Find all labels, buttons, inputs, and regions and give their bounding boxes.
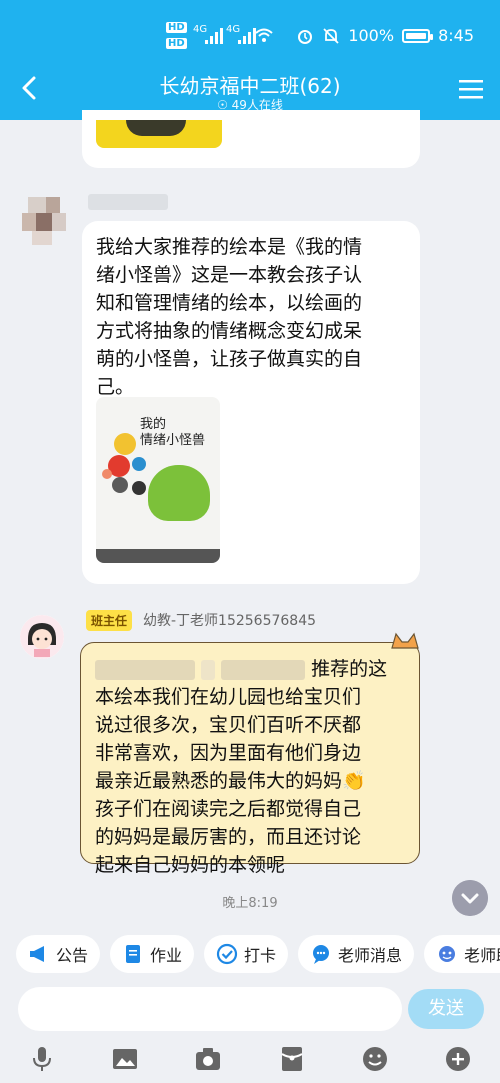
image-icon[interactable]: [110, 1044, 140, 1074]
homework-label: 作业: [150, 946, 183, 965]
teacher-avatar[interactable]: [20, 615, 64, 659]
book-cover-image[interactable]: 我的 情绪小怪兽: [96, 397, 220, 563]
quick-actions-bar: 公告 作业 打卡 老师消息 老师助: [16, 935, 500, 973]
redacted-name: [95, 659, 195, 680]
battery-icon: [402, 28, 434, 43]
redacted-name: [221, 659, 306, 680]
voice-icon[interactable]: [27, 1044, 57, 1074]
teacher-assistant-label: 老师助: [464, 946, 500, 965]
checkin-label: 打卡: [244, 946, 277, 965]
class-teacher-badge: 班主任: [86, 610, 133, 631]
redacted-name: [201, 659, 216, 680]
battery-percent: 100%: [348, 26, 395, 45]
message-line: 萌的小怪兽，让孩子做真实的自: [96, 348, 363, 370]
teacher-name[interactable]: 幼教-丁老师15256576845: [143, 610, 316, 630]
previous-book-image[interactable]: [96, 120, 222, 148]
cat-ears-icon: [391, 632, 419, 649]
chat-title[interactable]: 长幼京福中二班(62): [0, 70, 500, 99]
announcement-label: 公告: [56, 946, 89, 965]
wifi-icon: [255, 28, 273, 42]
monster-illustration: [148, 465, 210, 521]
hd-indicator: HD: [166, 22, 187, 33]
red-packet-icon[interactable]: [277, 1044, 307, 1074]
message-input[interactable]: [18, 987, 402, 1031]
message-line: 绪小怪兽》这是一本教会孩子认: [96, 264, 363, 286]
header: HD HD 4G 4G 100% 8:45 长幼京福中二班(62) ☉ 49人在…: [0, 0, 500, 120]
megaphone-icon: [30, 946, 44, 962]
cover-dot: [132, 481, 146, 495]
mute-icon: [323, 27, 339, 44]
send-button[interactable]: 发送: [408, 989, 484, 1029]
cover-dot: [102, 469, 112, 479]
teacher-messages-label: 老师消息: [338, 946, 403, 965]
teacher-message-bubble[interactable]: 推荐的这 本绘本我们在幼儿园也给宝贝们 说过很多次，宝贝们百听不厌都 非常喜欢，…: [80, 642, 420, 876]
message-line: 孩子们在阅读完之后都觉得自己: [95, 798, 362, 820]
message-line: 非常喜欢，因为里面有他们身边: [95, 742, 362, 764]
scroll-down-icon[interactable]: [452, 880, 488, 916]
teacher-assistant-button[interactable]: 老师助: [424, 935, 500, 973]
message-line: 说过很多次，宝贝们百听不厌都: [95, 714, 362, 736]
status-bar: HD HD 4G 4G 100% 8:45: [0, 0, 500, 60]
checkin-button[interactable]: 打卡: [204, 935, 289, 973]
cover-dot: [114, 433, 136, 455]
message-line: 起来自己妈妈的本领呢: [95, 854, 286, 876]
message-line: 最亲近最熟悉的最伟大的妈妈👏: [95, 770, 366, 792]
message-line: 知和管理情绪的绘本，以绘画的: [96, 292, 363, 314]
teacher-messages-button[interactable]: 老师消息: [298, 935, 415, 973]
message-line: 我给大家推荐的绘本是《我的情: [96, 236, 363, 258]
book-cover-title: 我的 情绪小怪兽: [140, 417, 205, 449]
sender-name-redacted: [88, 194, 168, 210]
cover-dot: [132, 457, 146, 471]
hd-indicator-2: HD: [166, 38, 187, 49]
document-icon: [126, 945, 141, 963]
book-title-line: 情绪小怪兽: [140, 433, 206, 448]
alarm-icon: [298, 29, 313, 44]
menu-icon[interactable]: [456, 74, 486, 104]
input-row: 发送: [0, 985, 500, 1035]
teacher-message-text: 推荐的这 本绘本我们在幼儿园也给宝贝们 说过很多次，宝贝们百听不厌都 非常喜欢，…: [95, 655, 405, 879]
message-line: 方式将抽象的情绪概念变幻成呆: [96, 320, 363, 342]
message-line: 的妈妈是最厉害的，而且还讨论: [95, 826, 362, 848]
book-title-line: 我的: [140, 417, 167, 432]
message-text: 我给大家推荐的绘本是《我的情 绪小怪兽》这是一本教会孩子认 知和管理情绪的绘本，…: [96, 233, 412, 401]
emoji-icon[interactable]: [360, 1044, 390, 1074]
message-timestamp: 晚上8:19: [222, 896, 278, 911]
cover-bottom-edge: [96, 549, 220, 563]
status-right: 100% 8:45: [296, 26, 474, 45]
camera-icon[interactable]: [193, 1044, 223, 1074]
sender-avatar[interactable]: [16, 193, 72, 249]
plus-icon[interactable]: [443, 1044, 473, 1074]
signal-icon: [205, 28, 223, 44]
message-line-suffix: 推荐的这: [311, 658, 388, 680]
chat-icon: [313, 945, 330, 964]
message-line: 推荐的这: [95, 655, 405, 683]
bottom-toolbar: [0, 1040, 500, 1083]
clock: 8:45: [438, 26, 474, 45]
message-line: 本绘本我们在幼儿园也给宝贝们: [95, 686, 362, 708]
homework-button[interactable]: 作业: [110, 935, 195, 973]
announcement-button[interactable]: 公告: [16, 935, 101, 973]
teacher-icon: [439, 946, 456, 962]
checkin-icon: [216, 943, 238, 965]
cover-dot: [112, 477, 128, 493]
